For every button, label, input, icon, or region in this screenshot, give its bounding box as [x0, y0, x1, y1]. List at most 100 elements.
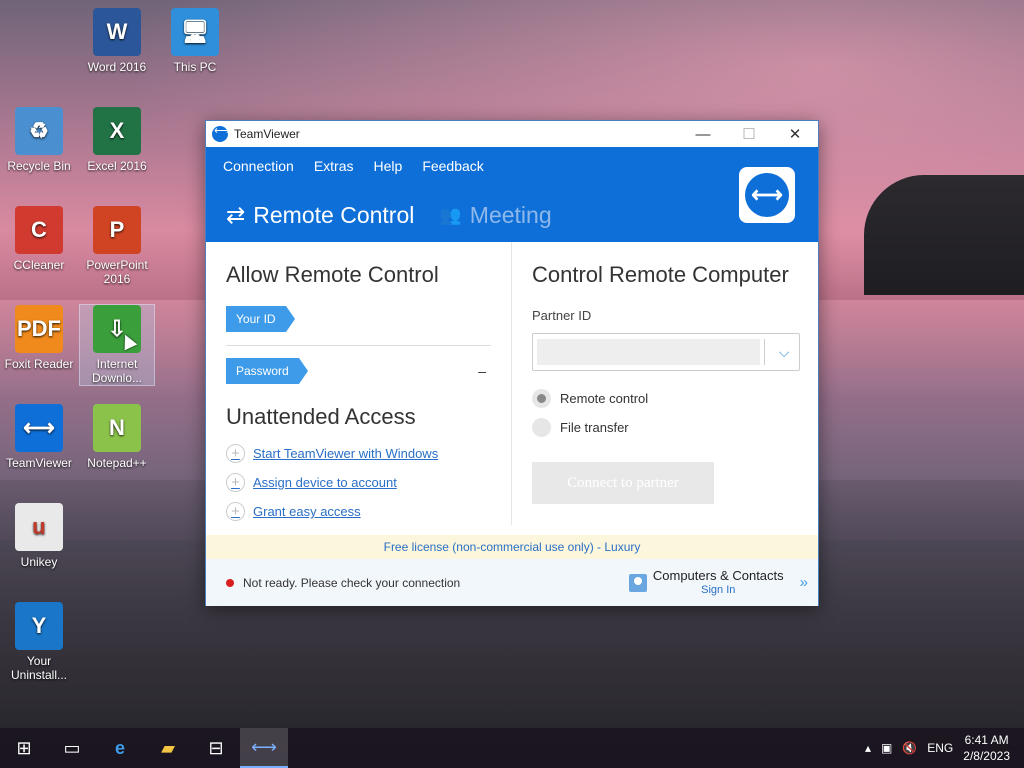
desktop-icon-ccleaner[interactable]: C CCleaner — [2, 206, 76, 272]
assign-device-link[interactable]: + Assign device to account — [226, 473, 491, 492]
desktop-icon-internet-download-manager[interactable]: ⇩ Internet Downlo... — [79, 304, 155, 386]
menu-help[interactable]: Help — [374, 158, 403, 174]
file-transfer-radio[interactable] — [532, 418, 551, 437]
partner-id-input[interactable] — [537, 339, 760, 365]
teamviewer-app-icon — [212, 124, 230, 142]
file-transfer-option[interactable]: File transfer — [532, 418, 806, 437]
computers-contacts-button[interactable]: Computers & Contacts Sign In » — [628, 567, 808, 597]
teamviewer-taskbar-icon[interactable]: ⟷ — [240, 728, 288, 768]
desktop-icon-label: Notepad++ — [87, 456, 147, 470]
desktop-icon-label: PowerPoint 2016 — [86, 258, 148, 286]
remote-control-radio[interactable] — [532, 389, 551, 408]
plus-icon: + — [226, 444, 245, 463]
desktop-icon-teamviewer[interactable]: ⟷ TeamViewer — [2, 404, 76, 470]
wallpaper-cliff — [864, 175, 1024, 295]
internet-explorer-icon[interactable]: e — [96, 728, 144, 768]
title-bar[interactable]: TeamViewer — ☐ ✕ — [206, 121, 818, 147]
powerpoint-2016-icon: P — [93, 206, 141, 254]
tab-remote-control-label: Remote Control — [253, 202, 415, 228]
desktop-icon-label: This PC — [173, 60, 217, 74]
your-id-label: Your ID — [226, 306, 295, 332]
contact-person-icon — [628, 573, 647, 592]
clock[interactable]: 6:41 AM 2/8/2023 — [963, 732, 1010, 764]
maximize-button[interactable]: ☐ — [726, 121, 772, 147]
desktop-icon-notepad-plus-plus[interactable]: N Notepad++ — [80, 404, 154, 470]
menu-feedback[interactable]: Feedback — [422, 158, 483, 174]
control-remote-computer-pane: Control Remote Computer Partner ID ⌵ Rem… — [512, 242, 818, 535]
clock-date: 2/8/2023 — [963, 749, 1010, 763]
desktop-icon-label: CCleaner — [13, 258, 65, 272]
window-controls: — ☐ ✕ — [680, 121, 818, 147]
computers-contacts-label: Computers & Contacts — [652, 567, 784, 583]
desktop-icon-foxit-reader[interactable]: PDF Foxit Reader — [2, 305, 76, 371]
recycle-bin-icon: ♻ — [15, 107, 63, 155]
tab-meeting[interactable]: 👥 Meeting — [439, 202, 551, 229]
desktop-icon-label: Foxit Reader — [4, 357, 74, 371]
notepad-plus-plus-icon: N — [93, 404, 141, 452]
mode-tabs: ⇄ Remote Control 👥 Meeting — [226, 202, 552, 229]
partner-id-label: Partner ID — [532, 308, 592, 323]
control-remote-computer-title: Control Remote Computer — [532, 262, 789, 287]
teamviewer-logo-icon: ⟷ — [739, 167, 795, 223]
file-explorer-icon[interactable]: ▰ — [144, 728, 192, 768]
grant-easy-access-link[interactable]: + Grant easy access — [226, 502, 491, 521]
connect-to-partner-button[interactable]: Connect to partner — [532, 462, 714, 504]
status-bar: Not ready. Please check your connection … — [206, 559, 818, 606]
desktop-icon-word-2016[interactable]: W Word 2016 — [80, 8, 154, 74]
your-uninstaller-icon: Y — [15, 602, 63, 650]
password-value[interactable]: – — [478, 363, 486, 379]
volume-muted-icon[interactable]: 🔇 — [902, 741, 917, 755]
desktop-icon-unikey[interactable]: u Unikey — [2, 503, 76, 569]
desktop-icon-label: TeamViewer — [6, 456, 72, 470]
unattended-access-title: Unattended Access — [226, 404, 416, 429]
sign-in-link[interactable]: Sign In — [701, 583, 735, 597]
tab-meeting-label: Meeting — [469, 202, 552, 228]
teamviewer-window: TeamViewer — ☐ ✕ Connection Extras Help … — [205, 120, 819, 606]
status-error-icon — [226, 578, 234, 587]
teamviewer-icon: ⟷ — [15, 404, 63, 452]
task-view-button[interactable]: ▭ — [48, 728, 96, 768]
allow-remote-control-title: Allow Remote Control — [226, 262, 439, 287]
desktop-icon-your-uninstaller[interactable]: Y Your Uninstall... — [2, 602, 76, 682]
file-transfer-option-label: File transfer — [560, 420, 629, 435]
people-icon: 👥 — [439, 205, 462, 225]
store-icon[interactable]: ⊟ — [192, 728, 240, 768]
partner-id-combobox[interactable]: ⌵ — [532, 333, 800, 371]
tab-remote-control[interactable]: ⇄ Remote Control — [226, 202, 414, 229]
header: Connection Extras Help Feedback ⇄ Remote… — [206, 147, 818, 242]
desktop-icon-recycle-bin[interactable]: ♻ Recycle Bin — [2, 107, 76, 173]
arrows-swap-icon: ⇄ — [226, 202, 246, 228]
password-row: Password – — [226, 358, 491, 384]
desktop-icon-label: Unikey — [20, 555, 58, 569]
clock-time: 6:41 AM — [964, 733, 1009, 747]
minimize-button[interactable]: — — [680, 121, 726, 147]
chevron-down-icon[interactable]: ⌵ — [773, 344, 795, 361]
ccleaner-icon: C — [15, 206, 63, 254]
show-hidden-icons-icon[interactable]: ▴ — [865, 741, 871, 755]
desktop-icon-label: Word 2016 — [87, 60, 147, 74]
desktop-icon-powerpoint-2016[interactable]: P PowerPoint 2016 — [80, 206, 154, 286]
menu-bar: Connection Extras Help Feedback — [206, 147, 818, 174]
main-panes: Allow Remote Control Your ID Password – … — [206, 242, 818, 535]
remote-control-option[interactable]: Remote control — [532, 389, 806, 408]
allow-remote-control-pane: Allow Remote Control Your ID Password – … — [206, 242, 512, 525]
menu-connection[interactable]: Connection — [223, 158, 294, 174]
plus-icon: + — [226, 502, 245, 521]
desktop-icon-excel-2016[interactable]: X Excel 2016 — [80, 107, 154, 173]
status-text: Not ready. Please check your connection — [243, 575, 461, 590]
double-chevron-right-icon[interactable]: » — [800, 574, 808, 591]
assign-device-label: Assign device to account — [253, 475, 397, 490]
foxit-reader-icon: PDF — [15, 305, 63, 353]
desktop-icon-label: Excel 2016 — [87, 159, 147, 173]
network-icon[interactable]: ▣ — [881, 741, 892, 755]
desktop-icon-label: Recycle Bin — [7, 159, 71, 173]
desktop-icon-this-pc[interactable]: 🖥 This PC — [158, 8, 232, 74]
start-button[interactable]: ⊞ — [0, 728, 48, 768]
password-label: Password — [226, 358, 308, 384]
language-indicator[interactable]: ENG — [927, 741, 953, 755]
menu-extras[interactable]: Extras — [314, 158, 354, 174]
grant-easy-access-label: Grant easy access — [253, 504, 361, 519]
desktop-icon-label: Your Uninstall... — [10, 654, 68, 682]
close-button[interactable]: ✕ — [772, 121, 818, 147]
start-with-windows-link[interactable]: + Start TeamViewer with Windows — [226, 444, 491, 463]
